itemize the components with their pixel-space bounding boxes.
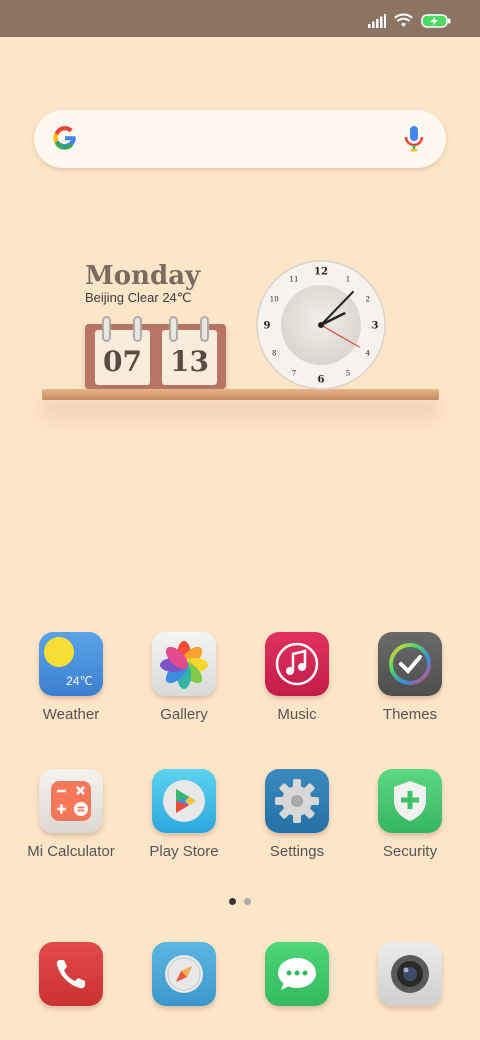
app-label: Themes	[382, 706, 438, 723]
status-bar	[0, 0, 480, 37]
dock-messaging[interactable]	[241, 942, 353, 1006]
battery-charging-icon	[421, 13, 451, 28]
clock-numeral: 6	[318, 375, 325, 386]
wifi-icon	[394, 13, 413, 27]
widget-day: Monday	[85, 261, 201, 291]
app-label: Gallery	[160, 706, 208, 723]
app-mi-calculator[interactable]: Mi Calculator	[15, 769, 127, 860]
calculator-icon[interactable]	[39, 769, 103, 833]
clock-numeral: 11	[290, 276, 299, 284]
app-settings[interactable]: Settings	[241, 769, 353, 860]
google-logo-icon[interactable]	[50, 123, 80, 153]
calendar-ring	[169, 316, 178, 342]
page-indicator-dot[interactable]	[244, 898, 251, 905]
dock-phone[interactable]	[15, 942, 127, 1006]
app-label: Play Store	[149, 843, 219, 860]
clock-numeral: 5	[346, 369, 350, 377]
app-themes[interactable]: Themes	[354, 632, 466, 723]
weather-badge: 24℃	[66, 674, 93, 688]
app-label: Settings	[269, 843, 325, 860]
app-play-store[interactable]: Play Store	[128, 769, 240, 860]
app-gallery[interactable]: Gallery	[128, 632, 240, 723]
calendar-ring	[133, 316, 142, 342]
camera-icon[interactable]	[378, 942, 442, 1006]
search-bar[interactable]	[34, 110, 446, 168]
app-label: Mi Calculator	[27, 843, 115, 860]
widget-weather: Beijing Clear 24℃	[85, 290, 192, 305]
phone-icon[interactable]	[39, 942, 103, 1006]
dock-camera[interactable]	[354, 942, 466, 1006]
settings-icon[interactable]	[265, 769, 329, 833]
dock-browser[interactable]	[128, 942, 240, 1006]
microphone-icon[interactable]	[404, 124, 424, 154]
clock-numeral: 2	[366, 296, 370, 304]
app-label: Weather	[42, 706, 100, 723]
app-security[interactable]: Security	[354, 769, 466, 860]
app-weather[interactable]: 24℃ Weather	[15, 632, 127, 723]
browser-icon[interactable]	[152, 942, 216, 1006]
clock-numeral: 9	[264, 321, 271, 332]
app-label: Music	[277, 706, 317, 723]
signal-icon	[368, 13, 386, 28]
clock-numeral: 7	[292, 369, 296, 377]
calendar-ring	[102, 316, 111, 342]
calendar-ring	[200, 316, 209, 342]
music-icon[interactable]	[265, 632, 329, 696]
clock-numeral: 1	[346, 276, 350, 284]
clock-numeral: 3	[372, 321, 379, 332]
clock-numeral: 8	[272, 350, 276, 358]
weather-icon[interactable]: 24℃	[39, 632, 103, 696]
app-music[interactable]: Music	[241, 632, 353, 723]
app-label: Security	[382, 843, 438, 860]
clock-numeral: 10	[270, 296, 279, 304]
clock-numeral: 12	[314, 267, 328, 278]
clock-numeral: 4	[366, 350, 371, 358]
themes-icon[interactable]	[378, 632, 442, 696]
analog-clock[interactable]: 121234567891011	[255, 259, 387, 391]
messaging-icon[interactable]	[265, 942, 329, 1006]
security-icon[interactable]	[378, 769, 442, 833]
gallery-icon[interactable]	[152, 632, 216, 696]
page-indicator-dot-active[interactable]	[229, 898, 236, 905]
play-store-icon[interactable]	[152, 769, 216, 833]
